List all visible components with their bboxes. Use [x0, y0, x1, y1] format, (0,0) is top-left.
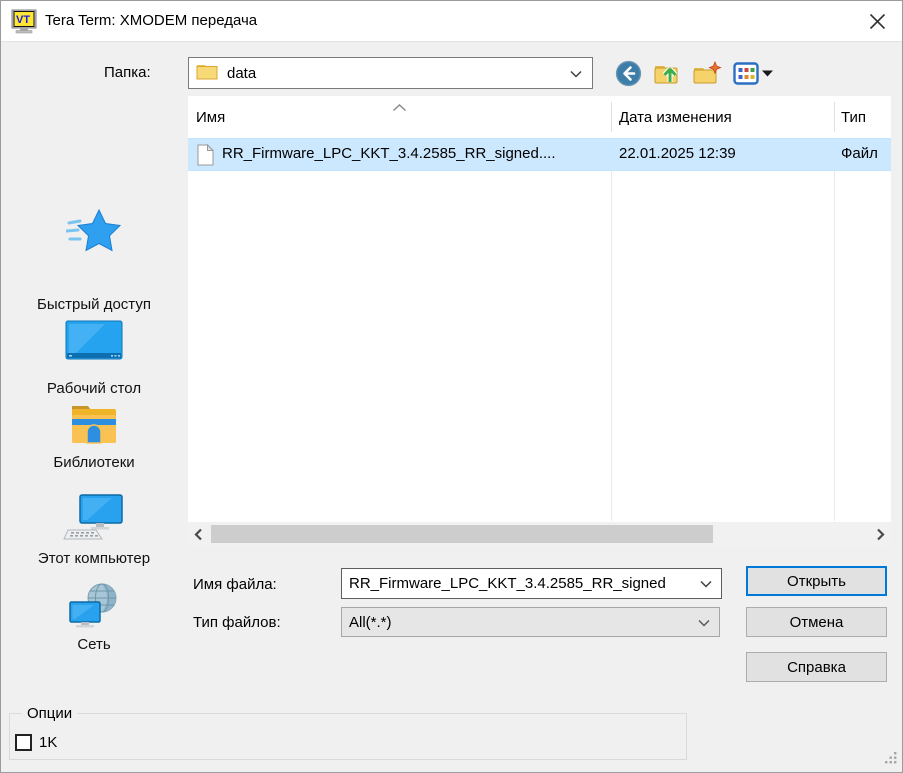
quick-access-icon — [66, 208, 122, 258]
file-row-selected[interactable]: RR_Firmware_LPC_KKT_3.4.2585_RR_signed..… — [188, 138, 891, 171]
chevron-down-icon — [570, 65, 582, 82]
scroll-left-button[interactable] — [188, 522, 209, 546]
sidebar-item-label: Сеть — [1, 636, 187, 653]
1k-checkbox-label: 1K — [39, 734, 57, 751]
chevron-right-icon — [876, 528, 885, 541]
sidebar-item-label: Библиотеки — [1, 454, 187, 471]
file-name-cell: RR_Firmware_LPC_KKT_3.4.2585_RR_signed..… — [222, 145, 556, 162]
sort-ascending-icon — [392, 99, 407, 116]
options-group: Опции 1K — [9, 713, 687, 760]
up-one-level-icon — [653, 60, 681, 87]
sidebar-item-libraries[interactable]: Библиотеки — [1, 402, 187, 471]
file-type-cell: Файл — [841, 145, 878, 162]
new-folder-button[interactable] — [692, 60, 722, 87]
folder-dropdown[interactable]: data — [188, 57, 593, 89]
file-date-cell: 22.01.2025 12:39 — [619, 145, 736, 162]
close-icon — [869, 13, 886, 30]
column-separator — [611, 138, 612, 521]
file-name-value[interactable]: RR_Firmware_LPC_KKT_3.4.2585_RR_signed — [349, 575, 698, 592]
horizontal-scrollbar[interactable] — [188, 522, 891, 546]
scrollbar-thumb[interactable] — [211, 525, 713, 543]
file-type-label: Тип файлов: — [193, 614, 281, 631]
network-icon — [66, 582, 122, 630]
sidebar-item-desktop[interactable]: Рабочий стол — [1, 320, 187, 397]
scroll-right-button[interactable] — [870, 522, 891, 546]
view-menu-icon — [733, 62, 759, 85]
sidebar-item-network[interactable]: Сеть — [1, 582, 187, 653]
tera-term-vt-icon: VT — [11, 9, 38, 38]
column-header-name[interactable]: Имя — [196, 109, 225, 126]
sidebar-item-label: Этот компьютер — [1, 550, 187, 567]
header-separator[interactable] — [611, 102, 612, 132]
sidebar-item-label: Рабочий стол — [1, 380, 187, 397]
sidebar-item-quick-access[interactable]: Быстрый доступ — [1, 208, 187, 313]
resize-grip-icon[interactable] — [884, 751, 898, 769]
chevron-left-icon — [194, 528, 203, 541]
options-group-label: Опции — [22, 705, 77, 722]
file-type-value: All(*.*) — [349, 614, 698, 631]
file-list-header: Имя Дата изменения Тип — [188, 96, 891, 138]
places-sidebar: Быстрый доступ Рабочий стол Би — [1, 96, 187, 561]
folder-icon — [196, 62, 218, 84]
file-name-combobox[interactable]: RR_Firmware_LPC_KKT_3.4.2585_RR_signed — [341, 568, 722, 599]
window-title: Tera Term: XMODEM передача — [45, 1, 257, 41]
file-list: Имя Дата изменения Тип RR_Firmware_LPC_K… — [188, 96, 891, 546]
svg-text:VT: VT — [16, 14, 30, 26]
column-separator — [834, 138, 835, 521]
file-name-label: Имя файла: — [193, 576, 277, 593]
up-one-level-button[interactable] — [653, 60, 681, 87]
option-1k-row[interactable]: 1K — [15, 734, 57, 751]
folder-value: data — [227, 65, 570, 82]
back-icon — [615, 60, 642, 87]
title-bar: VT Tera Term: XMODEM передача — [1, 1, 902, 42]
column-header-type[interactable]: Тип — [841, 109, 866, 126]
cancel-button[interactable]: Отмена — [746, 607, 887, 637]
close-button[interactable] — [852, 1, 902, 41]
file-icon — [197, 144, 214, 170]
chevron-down-icon[interactable] — [700, 575, 712, 592]
folder-label: Папка: — [104, 64, 151, 81]
sidebar-item-this-pc[interactable]: Этот компьютер — [1, 494, 187, 567]
chevron-down-icon — [698, 614, 710, 631]
sidebar-item-label: Быстрый доступ — [1, 296, 187, 313]
new-folder-icon — [692, 60, 722, 87]
back-button[interactable] — [615, 60, 642, 87]
this-pc-icon — [62, 494, 126, 540]
libraries-icon — [68, 402, 120, 446]
1k-checkbox[interactable] — [15, 734, 32, 751]
desktop-icon — [65, 320, 123, 360]
view-menu-dropdown-icon — [762, 70, 773, 77]
view-menu-button[interactable] — [733, 62, 773, 85]
help-button[interactable]: Справка — [746, 652, 887, 682]
navigation-toolbar — [615, 58, 773, 88]
header-separator[interactable] — [834, 102, 835, 132]
file-type-dropdown[interactable]: All(*.*) — [341, 607, 720, 637]
open-button[interactable]: Открыть — [746, 566, 887, 596]
xmodem-file-dialog: VT Tera Term: XMODEM передача Папка: dat… — [0, 0, 903, 773]
column-header-date-modified[interactable]: Дата изменения — [619, 109, 732, 126]
